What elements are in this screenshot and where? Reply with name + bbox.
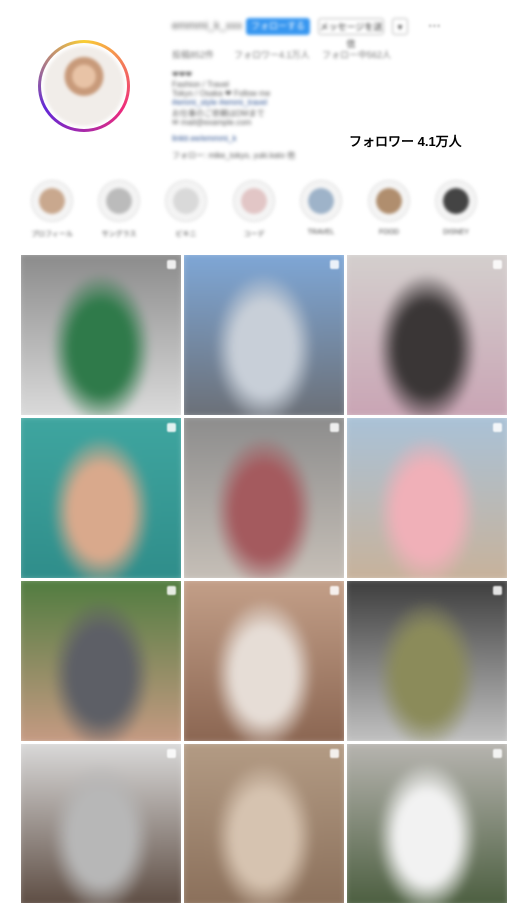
post-image — [21, 744, 181, 903]
post-image — [347, 744, 507, 903]
multi-photo-icon — [167, 423, 176, 432]
chevron-down-icon: ▾ — [397, 22, 403, 32]
post-couple-green-sweater[interactable] — [21, 255, 181, 415]
avatar-image — [44, 46, 124, 126]
travel-icon — [300, 180, 342, 222]
post-cap-sunlight[interactable] — [184, 744, 344, 903]
highlight-label: DISNEY — [442, 229, 470, 236]
avatar-inner — [41, 43, 127, 129]
follow-button[interactable]: フォローする — [246, 18, 310, 35]
post-white-shirt-street[interactable] — [347, 744, 507, 903]
bikini-icon — [165, 180, 207, 222]
multi-photo-icon — [167, 749, 176, 758]
post-escalator[interactable] — [347, 581, 507, 741]
post-image — [184, 581, 344, 741]
sunglasses-icon — [98, 180, 140, 222]
highlight-item[interactable]: プロフィール — [22, 180, 82, 239]
post-castle[interactable] — [184, 255, 344, 415]
stat-followers[interactable]: フォロワー4.1万人 — [234, 48, 310, 61]
highlight-item[interactable]: ビキニ — [156, 180, 216, 239]
multi-photo-icon — [493, 260, 502, 269]
bio-line: ✉ mail@example.com — [172, 118, 252, 127]
profile-header: emmmi_k_xxx フォローする メッセージを送信 ▾ ⋯ 投稿852件 フ… — [0, 0, 513, 170]
avatar[interactable] — [38, 40, 130, 132]
post-crouching-street[interactable] — [184, 418, 344, 578]
bio-line: ❤︎❤︎❤︎ — [172, 70, 193, 79]
highlight-item[interactable]: DISNEY — [426, 180, 486, 236]
photo-icon — [31, 180, 73, 222]
food-icon — [368, 180, 410, 222]
multi-photo-icon — [493, 586, 502, 595]
post-couple-sofa[interactable] — [347, 255, 507, 415]
multi-photo-icon — [330, 260, 339, 269]
multi-photo-icon — [493, 749, 502, 758]
bio-line: Tokyo / Osaka ❤ Follow me — [172, 89, 271, 98]
stat-posts: 投稿852件 — [172, 50, 215, 60]
post-image — [347, 418, 507, 578]
post-image — [21, 418, 181, 578]
highlight-label: FOOD — [378, 229, 400, 236]
bio-link[interactable]: linktr.ee/emmmi_k — [172, 134, 236, 143]
multi-photo-icon — [330, 586, 339, 595]
story-highlights: プロフィール サングラス ビキニ コーデ TRAVEL FOOD DISNEY — [20, 180, 500, 240]
post-friends-selfie[interactable] — [21, 581, 181, 741]
post-turquoise-top[interactable] — [21, 418, 181, 578]
highlight-item[interactable]: TRAVEL — [291, 180, 351, 236]
more-options-icon[interactable]: ⋯ — [428, 18, 441, 34]
bio-line: Fashion / Travel — [172, 80, 229, 89]
multi-photo-icon — [330, 749, 339, 758]
post-image — [184, 255, 344, 415]
highlight-item[interactable]: コーデ — [224, 180, 284, 239]
mouse-icon — [435, 180, 477, 222]
outfit-icon — [233, 180, 275, 222]
post-image — [21, 255, 181, 415]
post-image — [184, 418, 344, 578]
message-button[interactable]: メッセージを送信 — [318, 18, 384, 49]
stat-following[interactable]: フォロー中562人 — [322, 48, 391, 61]
post-image — [184, 744, 344, 903]
highlight-label: TRAVEL — [307, 229, 335, 236]
multi-photo-icon — [167, 260, 176, 269]
suggested-dropdown-button[interactable]: ▾ — [392, 18, 408, 35]
post-pointing-face[interactable] — [184, 581, 344, 741]
highlight-item[interactable]: FOOD — [359, 180, 419, 236]
highlight-item[interactable]: サングラス — [89, 180, 149, 239]
post-white-wall-pose[interactable] — [21, 744, 181, 903]
highlight-label: コーデ — [243, 231, 265, 238]
profile-stats: 投稿852件 フォロワー4.1万人 フォロー中562人 — [172, 48, 492, 62]
followed-by[interactable]: フォロー: mike_tokyo, yuki.kato 他 — [172, 150, 295, 161]
bio-hashtags[interactable]: #emmi_style #emmi_travel — [172, 98, 267, 107]
post-grid — [21, 255, 508, 903]
highlight-label: プロフィール — [31, 231, 73, 238]
highlight-label: サングラス — [101, 231, 137, 238]
highlight-label: ビキニ — [175, 231, 197, 238]
post-beach-pink-bikini[interactable] — [347, 418, 507, 578]
post-image — [21, 581, 181, 741]
multi-photo-icon — [330, 423, 339, 432]
username: emmmi_k_xxx — [172, 20, 243, 32]
post-image — [347, 255, 507, 415]
multi-photo-icon — [493, 423, 502, 432]
post-image — [347, 581, 507, 741]
follower-count-overlay: フォロワー 4.1万人 — [349, 134, 462, 149]
multi-photo-icon — [167, 586, 176, 595]
